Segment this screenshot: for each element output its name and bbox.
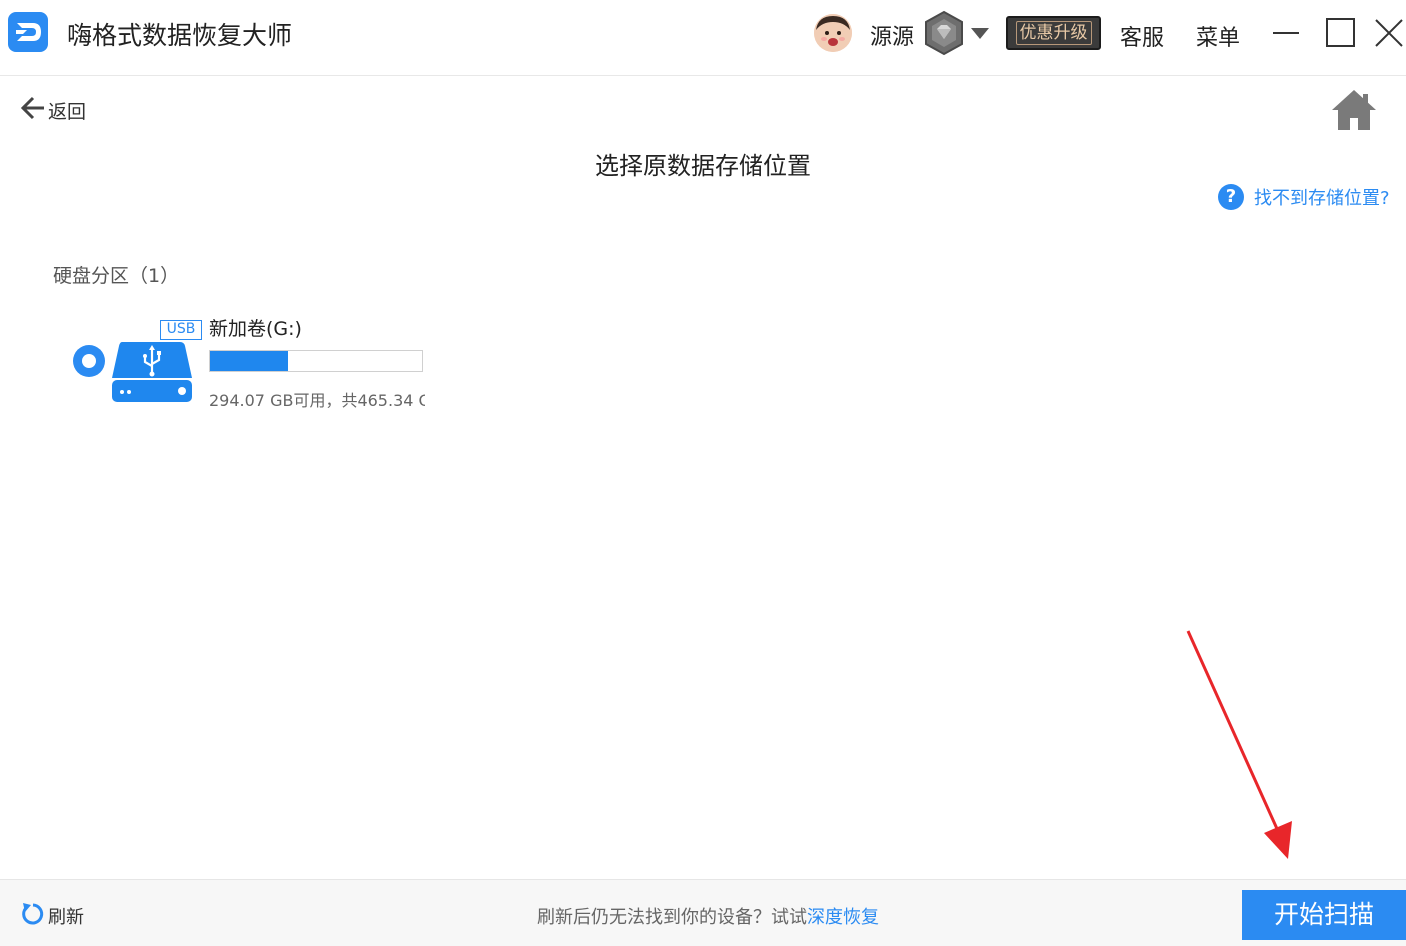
- minimize-icon[interactable]: [1268, 14, 1304, 50]
- drive-item[interactable]: USB 新加卷(G:) 294.07 GB可用，共465.34 GB: [70, 310, 430, 410]
- deep-recovery-link[interactable]: 深度恢复: [807, 907, 879, 928]
- section-heading: 硬盘分区（1）: [53, 265, 180, 287]
- back-button[interactable]: 返回: [20, 96, 86, 124]
- menu-button[interactable]: 菜单: [1196, 20, 1240, 52]
- footer-hint-text: 刷新后仍无法找到你的设备？试试: [537, 907, 807, 928]
- usb-drive-icon: [110, 340, 194, 404]
- username[interactable]: 源源: [870, 19, 914, 51]
- refresh-label: 刷新: [48, 907, 84, 928]
- drive-radio-selected[interactable]: [73, 345, 105, 377]
- diamond-badge-icon[interactable]: [922, 10, 966, 56]
- upgrade-button[interactable]: 优惠升级: [1006, 16, 1101, 50]
- maximize-icon[interactable]: [1322, 14, 1358, 50]
- customer-service-button[interactable]: 客服: [1120, 20, 1164, 52]
- page-title: 选择原数据存储位置: [595, 152, 811, 180]
- app-logo-icon: [8, 12, 48, 52]
- usb-tag: USB: [160, 320, 202, 340]
- upgrade-label: 优惠升级: [1015, 21, 1092, 45]
- arrow-left-icon: [20, 95, 46, 125]
- refresh-button[interactable]: 刷新: [20, 902, 84, 930]
- refresh-icon: [20, 901, 46, 931]
- close-icon[interactable]: [1370, 14, 1406, 50]
- app-title: 嗨格式数据恢复大师: [67, 21, 293, 50]
- start-scan-button[interactable]: 开始扫描: [1242, 890, 1406, 940]
- drive-size-text: 294.07 GB可用，共465.34 GB: [209, 391, 425, 410]
- drive-usage-fill: [210, 351, 289, 371]
- chevron-down-icon[interactable]: [970, 26, 990, 40]
- drive-name: 新加卷(G:): [209, 318, 302, 340]
- help-label: 找不到存储位置?: [1254, 188, 1390, 209]
- drive-usage-bar: [209, 350, 423, 372]
- cannot-find-location-link[interactable]: ? 找不到存储位置?: [1218, 183, 1390, 211]
- footer-hint: 刷新后仍无法找到你的设备？试试深度恢复: [537, 903, 879, 929]
- help-icon: ?: [1218, 184, 1244, 210]
- user-avatar[interactable]: [814, 14, 852, 52]
- back-label: 返回: [48, 100, 87, 123]
- home-icon[interactable]: [1330, 88, 1378, 132]
- title-bar: 嗨格式数据恢复大师 源源 优惠升级 客服 菜单: [0, 0, 1406, 76]
- red-arrow-annotation: [1180, 625, 1300, 865]
- footer-bar: 刷新 刷新后仍无法找到你的设备？试试深度恢复 开始扫描: [0, 879, 1406, 946]
